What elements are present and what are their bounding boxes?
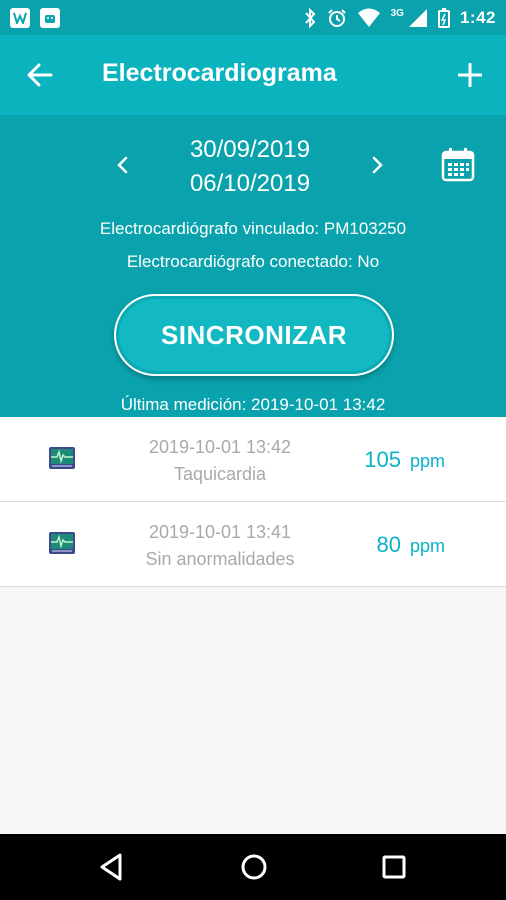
measurement-value: 80 <box>376 532 401 557</box>
alarm-icon <box>327 8 346 27</box>
android-icon <box>40 7 60 28</box>
list-item[interactable]: 2019-10-01 13:42 Taquicardia 105 ppm <box>0 417 506 502</box>
status-bar: 3G 1:42 <box>0 0 506 35</box>
ecg-monitor-icon <box>49 447 75 469</box>
signal-icon <box>408 8 427 27</box>
measurement-datetime: 2019-10-01 13:41 <box>148 522 292 542</box>
measurement-list: 2019-10-01 13:42 Taquicardia 105 ppm 201… <box>0 417 506 587</box>
system-nav-bar <box>0 834 506 900</box>
header-panel: 30/09/2019 06/10/2019 Electrocardiógrafo… <box>0 115 506 417</box>
status-right: 3G 1:42 <box>303 7 496 28</box>
battery-icon <box>437 7 450 28</box>
chevron-left-icon <box>117 156 128 174</box>
nav-recent-apps-icon[interactable] <box>378 851 410 883</box>
app-w-icon <box>10 7 30 28</box>
date-start: 30/09/2019 <box>189 136 311 163</box>
last-measurement-text: Última medición: 2019-10-01 13:42 <box>120 395 386 414</box>
nav-home-icon[interactable] <box>238 851 270 883</box>
previous-week-button[interactable] <box>108 149 136 181</box>
ecg-monitor-icon <box>49 532 75 554</box>
measurement-status: Taquicardia <box>173 464 267 484</box>
bluetooth-icon <box>304 7 315 28</box>
measurement-datetime: 2019-10-01 13:42 <box>148 437 292 457</box>
back-button[interactable] <box>22 57 58 93</box>
calendar-icon <box>441 148 475 182</box>
measurement-value: 105 <box>364 447 401 472</box>
chevron-right-icon <box>372 156 383 174</box>
status-time: 1:42 <box>459 7 496 27</box>
nav-back-icon[interactable] <box>96 851 128 883</box>
list-item[interactable]: 2019-10-01 13:41 Sin anormalidades 80 pp… <box>0 502 506 587</box>
calendar-button[interactable] <box>438 145 478 185</box>
next-week-button[interactable] <box>364 149 392 181</box>
plus-icon <box>458 63 482 87</box>
date-range: 30/09/2019 06/10/2019 <box>150 133 350 201</box>
measurement-unit: ppm <box>410 451 446 471</box>
status-left <box>10 7 60 28</box>
add-button[interactable] <box>452 57 488 93</box>
app-bar: Electrocardiograma <box>0 35 506 115</box>
date-end: 06/10/2019 <box>189 170 311 197</box>
network-type: 3G <box>390 8 404 19</box>
device-linked-text: Electrocardiógrafo vinculado: PM103250 <box>99 219 407 238</box>
device-connected-text: Electrocardiógrafo conectado: No <box>126 252 380 271</box>
measurement-unit: ppm <box>410 536 446 556</box>
sync-button[interactable]: SINCRONIZAR <box>114 294 394 376</box>
measurement-status: Sin anormalidades <box>145 549 295 569</box>
page-title: Electrocardiograma <box>102 59 337 87</box>
arrow-left-icon <box>27 63 53 87</box>
wifi-icon <box>357 8 380 27</box>
